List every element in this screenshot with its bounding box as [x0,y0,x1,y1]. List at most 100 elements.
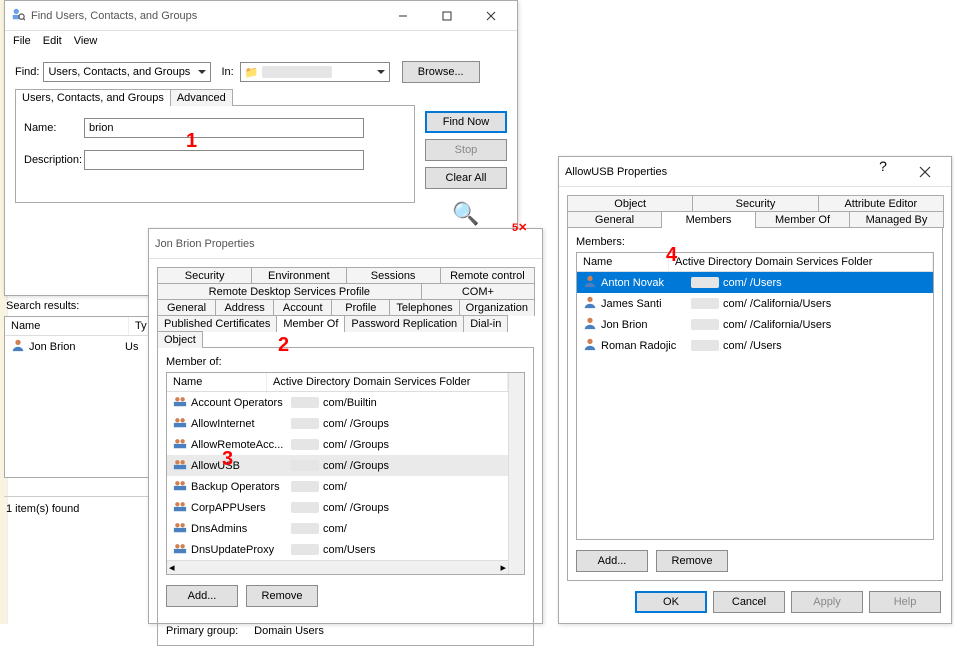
vertical-scrollbar[interactable] [508,373,524,574]
members-row[interactable]: Jon Brion com/ /California/Users [577,314,933,335]
tab-security[interactable]: Security [157,267,252,284]
in-combo[interactable]: 📁 [240,62,390,82]
gtab-attreditor[interactable]: Attribute Editor [818,195,944,212]
horizontal-scrollbar[interactable]: ◂▸ [167,560,508,574]
help-nav-button[interactable]: Help [869,591,941,613]
cancel-button[interactable]: Cancel [713,591,785,613]
group-icon [173,478,187,495]
members-row-folder: com/ /Users [723,340,782,352]
primary-group-value: Domain Users [254,625,324,637]
tab-object[interactable]: Object [157,331,203,348]
blurred-domain [691,340,719,351]
find-now-button[interactable]: Find Now [425,111,507,133]
menu-edit[interactable]: Edit [43,35,62,47]
help-button[interactable]: ? [863,158,903,186]
memberof-row[interactable]: DnsAdminscom/ [167,518,508,539]
blurred-domain [291,481,319,492]
tab-profile[interactable]: Profile [331,299,390,316]
members-col-name[interactable]: Name [577,253,669,271]
ok-button[interactable]: OK [635,591,707,613]
tab-ucg[interactable]: Users, Contacts, and Groups [15,89,171,106]
tab-advanced[interactable]: Advanced [170,89,233,106]
props-title: Jon Brion Properties [155,238,538,250]
name-input[interactable] [84,118,364,138]
user-properties-window: Jon Brion Properties Security Environmen… [148,228,543,624]
tab-general[interactable]: General [157,299,216,316]
gtab-managedby[interactable]: Managed By [849,211,944,228]
memberof-row[interactable]: Backup Operatorscom/ [167,476,508,497]
tab-rdsp[interactable]: Remote Desktop Services Profile [157,283,422,300]
tab-remote-control[interactable]: Remote control [440,267,535,284]
gtab-security[interactable]: Security [692,195,818,212]
memberof-row[interactable]: AllowUSBcom/ /Groups [167,455,508,476]
memberof-row-folder: com/ /Groups [323,439,389,451]
memberof-row[interactable]: AllowRemoteAcc...com/ /Groups [167,434,508,455]
memberof-add-button[interactable]: Add... [166,585,238,607]
members-row-name: Jon Brion [601,319,687,331]
tab-pwdrepl[interactable]: Password Replication [344,315,464,332]
tab-telephones[interactable]: Telephones [389,299,459,316]
members-label: Members: [576,236,934,248]
members-row[interactable]: Roman Radojiccom/ /Users [577,335,933,356]
gtab-memberof[interactable]: Member Of [755,211,850,228]
gtab-members[interactable]: Members [661,211,756,228]
memberof-row-name: Account Operators [191,397,287,409]
blurred-domain [291,544,319,555]
maximize-button[interactable] [425,2,469,30]
members-col-folder[interactable]: Active Directory Domain Services Folder [669,253,933,271]
tab-memberof[interactable]: Member Of [276,315,345,332]
primary-group-label: Primary group: [166,625,238,637]
minimize-button[interactable] [381,2,425,30]
result-type: Us [125,341,143,353]
gtab-object[interactable]: Object [567,195,693,212]
results-col-type[interactable]: Ty [129,317,149,335]
members-add-button[interactable]: Add... [576,550,648,572]
memberof-row[interactable]: CorpAPPUserscom/ /Groups [167,497,508,518]
tab-address[interactable]: Address [215,299,274,316]
gtab-general[interactable]: General [567,211,662,228]
memberof-label: Member of: [166,356,525,368]
members-remove-button[interactable]: Remove [656,550,728,572]
tab-pubcerts[interactable]: Published Certificates [157,315,277,332]
tab-environment[interactable]: Environment [251,267,346,284]
memberof-row-folder: com/ /Groups [323,460,389,472]
result-row[interactable]: Jon Brion Us [5,336,149,357]
user-icon [583,295,597,312]
blurred-domain [291,502,319,513]
allow-close-button[interactable] [903,158,947,186]
menu-view[interactable]: View [74,35,98,47]
tab-complus[interactable]: COM+ [421,283,535,300]
tab-sessions[interactable]: Sessions [346,267,441,284]
memberof-row-folder: com/ /Groups [323,502,389,514]
clear-all-button[interactable]: Clear All [425,167,507,189]
find-combo[interactable]: Users, Contacts, and Groups [43,62,211,82]
description-input[interactable] [84,150,364,170]
group-icon [173,499,187,516]
members-row[interactable]: Anton Novakcom/ /Users [577,272,933,293]
memberof-col-folder[interactable]: Active Directory Domain Services Folder [267,373,508,391]
memberof-remove-button[interactable]: Remove [246,585,318,607]
find-label: Find: [15,66,39,78]
menu-file[interactable]: File [13,35,31,47]
memberof-row[interactable]: DnsUpdateProxy com/Users [167,539,508,560]
memberof-row-folder: com/Users [323,544,376,556]
close-button[interactable] [469,2,513,30]
group-icon [173,541,187,558]
memberof-row[interactable]: Account Operatorscom/Builtin [167,392,508,413]
props-titlebar: Jon Brion Properties [149,229,542,259]
memberof-col-name[interactable]: Name [167,373,267,391]
members-row-folder: com/ /California/Users [723,319,831,331]
memberof-row-name: DnsAdmins [191,523,287,535]
results-col-name[interactable]: Name [5,317,129,335]
tab-account[interactable]: Account [273,299,332,316]
tab-organization[interactable]: Organization [459,299,535,316]
blurred-domain [291,397,319,408]
memberof-row[interactable]: AllowInternetcom/ /Groups [167,413,508,434]
tab-dialin[interactable]: Dial-in [463,315,508,332]
memberof-row-name: DnsUpdateProxy [191,544,287,556]
user-icon [11,338,25,355]
search-results-label: Search results: [4,296,150,316]
blurred-domain [291,460,319,471]
members-row[interactable]: James Santicom/ /California/Users [577,293,933,314]
browse-button[interactable]: Browse... [402,61,480,83]
